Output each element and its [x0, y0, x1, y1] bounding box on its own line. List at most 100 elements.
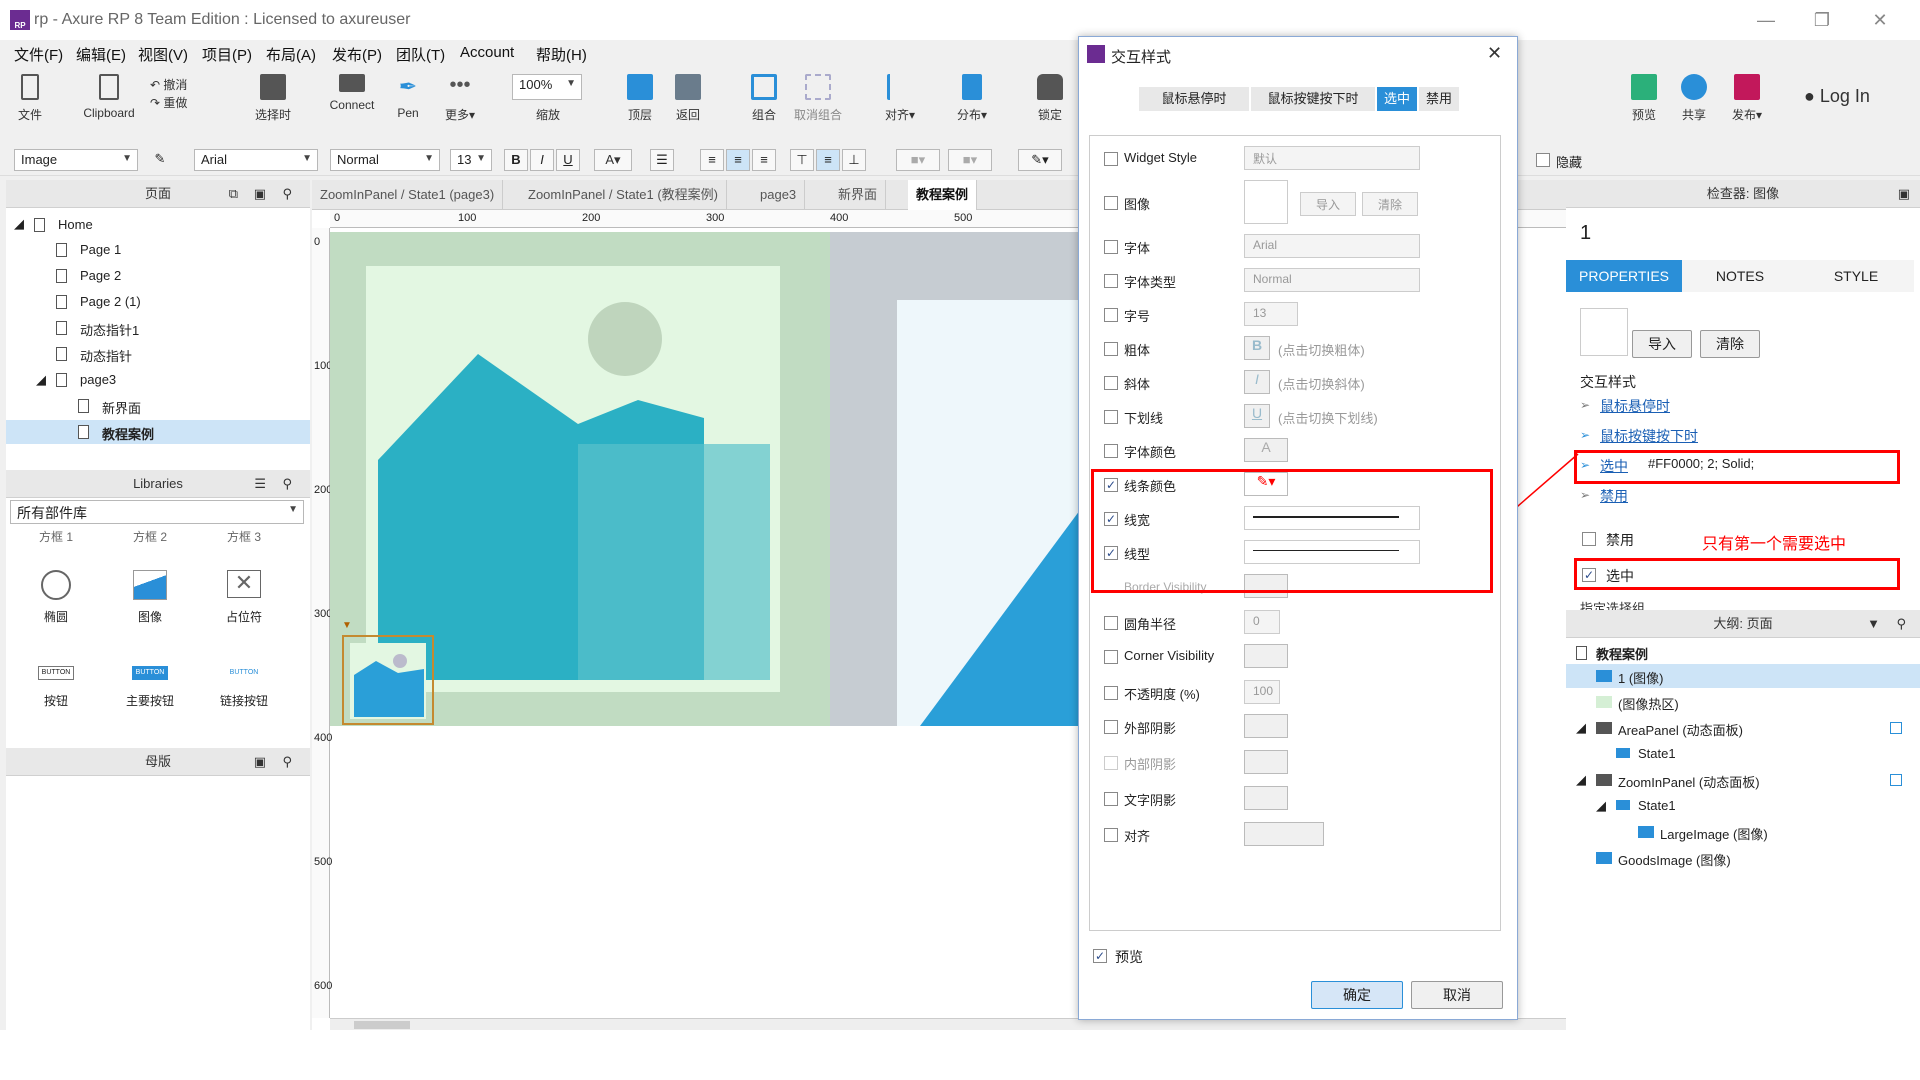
text-shadow-picker[interactable]: [1244, 786, 1288, 810]
valign-middle-icon[interactable]: ≡: [816, 149, 840, 171]
corner-visibility-checkbox[interactable]: [1104, 650, 1118, 664]
tab-selected[interactable]: 选中: [1377, 87, 1417, 111]
tab-hover[interactable]: 鼠标悬停时: [1139, 87, 1249, 111]
widget-style-checkbox[interactable]: [1104, 152, 1118, 166]
fill-color-button[interactable]: ■▾: [896, 149, 940, 171]
zoom-control[interactable]: 100% ▼ 缩放: [512, 74, 584, 123]
italic-toggle[interactable]: I: [1244, 370, 1270, 394]
page-1[interactable]: Page 1: [80, 242, 121, 257]
align-buttons[interactable]: [1244, 822, 1324, 846]
import-button[interactable]: 导入: [1632, 330, 1692, 358]
outline-item-image-1[interactable]: 1 (图像): [1618, 668, 1664, 687]
outer-shadow-checkbox[interactable]: [1104, 720, 1118, 734]
undo-button[interactable]: ↶ 撤消: [150, 76, 187, 94]
hover-style-link[interactable]: 鼠标悬停时: [1600, 396, 1670, 416]
publish-button[interactable]: 发布▾: [1724, 74, 1770, 123]
image-checkbox[interactable]: [1104, 196, 1118, 210]
login-button[interactable]: ● Log In: [1804, 86, 1870, 107]
widget-image[interactable]: 图像: [110, 570, 190, 625]
widget-name[interactable]: 1: [1580, 222, 1591, 245]
font-size-checkbox[interactable]: [1104, 308, 1118, 322]
disabled-style-link[interactable]: 禁用: [1600, 486, 1628, 506]
font-checkbox[interactable]: [1104, 240, 1118, 254]
search-icon[interactable]: ⚲: [282, 748, 292, 776]
underline-checkbox[interactable]: [1104, 410, 1118, 424]
page-pointer[interactable]: 动态指针: [80, 346, 132, 365]
bullet-list-icon[interactable]: ☰: [650, 149, 674, 171]
page-new-ui[interactable]: 新界面: [102, 398, 141, 417]
outline-item-areapanel[interactable]: AreaPanel (动态面板): [1618, 720, 1743, 739]
expand-icon[interactable]: ◢: [36, 372, 46, 388]
inner-shadow-checkbox[interactable]: [1104, 756, 1118, 770]
clipboard-button[interactable]: Clipboard: [74, 74, 144, 120]
search-icon[interactable]: ⚲: [282, 180, 292, 208]
pen-button[interactable]: ✒ Pen: [388, 74, 428, 120]
page-notes-icon[interactable]: ▣: [1898, 180, 1910, 208]
ungroup-button[interactable]: 取消组合: [790, 74, 846, 123]
image-import-button[interactable]: 导入: [1300, 192, 1356, 216]
distribute-button[interactable]: 分布▾: [950, 74, 994, 123]
font-color-button[interactable]: A▾: [594, 149, 632, 171]
library-select[interactable]: 所有部件库 ▼: [10, 500, 304, 524]
add-folder-icon[interactable]: ▣: [254, 180, 266, 208]
line-color-button[interactable]: ✎▾: [1018, 149, 1062, 171]
text-shadow-checkbox[interactable]: [1104, 792, 1118, 806]
outline-item-state1[interactable]: State1: [1638, 746, 1676, 761]
menu-help[interactable]: 帮助(H): [536, 44, 587, 65]
format-painter-icon[interactable]: ✎: [148, 149, 172, 171]
filter-icon[interactable]: ▼: [1867, 610, 1880, 638]
select-mode-button[interactable]: 选择时: [238, 74, 308, 123]
mousedown-style-link[interactable]: 鼠标按键按下时: [1600, 426, 1698, 446]
outline-item-goodsimage[interactable]: GoodsImage (图像): [1618, 850, 1731, 869]
disabled-checkbox[interactable]: [1582, 532, 1596, 546]
font-color-checkbox[interactable]: [1104, 444, 1118, 458]
underline-button[interactable]: U: [556, 149, 580, 171]
cancel-button[interactable]: 取消: [1411, 981, 1503, 1009]
inner-shadow-picker[interactable]: [1244, 750, 1288, 774]
more-button[interactable]: ••• 更多▾: [436, 74, 484, 123]
search-icon[interactable]: ⚲: [1896, 610, 1906, 638]
opacity-input[interactable]: 100: [1244, 680, 1280, 704]
hide-checkbox[interactable]: [1536, 153, 1550, 167]
collapse-icon[interactable]: ◢: [1576, 772, 1586, 788]
group-button[interactable]: 组合: [744, 74, 784, 123]
selected-image-widget[interactable]: [342, 635, 434, 725]
font-style-select[interactable]: Normal ▼: [330, 149, 440, 171]
share-button[interactable]: 共享: [1674, 74, 1714, 123]
widget-style-select[interactable]: 默认: [1244, 146, 1420, 170]
valign-bottom-icon[interactable]: ⊥: [842, 149, 866, 171]
connect-button[interactable]: Connect: [322, 74, 382, 112]
close-icon[interactable]: ✕: [1868, 8, 1892, 32]
expand-icon[interactable]: ◢: [14, 216, 24, 232]
valign-top-icon[interactable]: ⊤: [790, 149, 814, 171]
menu-icon[interactable]: ☰: [254, 470, 266, 498]
page-2-1[interactable]: Page 2 (1): [80, 294, 141, 309]
preview-checkbox[interactable]: ✓: [1093, 949, 1107, 963]
collapse-icon[interactable]: ◢: [1596, 798, 1606, 814]
font-select[interactable]: Arial: [1244, 234, 1420, 258]
corner-radius-checkbox[interactable]: [1104, 616, 1118, 630]
menu-file[interactable]: 文件(F): [14, 44, 63, 65]
font-size-select[interactable]: 13 ▼: [450, 149, 492, 171]
underline-toggle[interactable]: U: [1244, 404, 1270, 428]
add-folder-icon[interactable]: ▣: [254, 748, 266, 776]
tab-disabled[interactable]: 禁用: [1419, 87, 1459, 111]
page-pointer-1[interactable]: 动态指针1: [80, 320, 139, 339]
outline-page[interactable]: 教程案例: [1596, 644, 1648, 663]
dialog-close-icon[interactable]: ✕: [1487, 43, 1502, 64]
file-button[interactable]: 文件: [12, 74, 48, 123]
widget-button[interactable]: BUTTON 按钮: [16, 666, 96, 709]
italic-checkbox[interactable]: [1104, 376, 1118, 390]
menu-publish[interactable]: 发布(P): [332, 44, 382, 65]
align-left-icon[interactable]: ≡: [700, 149, 724, 171]
font-size-select[interactable]: 13: [1244, 302, 1298, 326]
tab-page3[interactable]: page3: [752, 180, 806, 210]
tab-new-ui[interactable]: 新界面: [830, 180, 887, 210]
opacity-checkbox[interactable]: [1104, 686, 1118, 700]
corner-visibility-picker[interactable]: [1244, 644, 1288, 668]
zoom-select[interactable]: 100% ▼: [512, 74, 582, 100]
search-icon[interactable]: ⚲: [282, 470, 292, 498]
bold-toggle[interactable]: B: [1244, 336, 1270, 360]
widget-primary-button[interactable]: BUTTON 主要按钮: [110, 666, 190, 709]
outline-item-zoominpanel[interactable]: ZoomInPanel (动态面板): [1618, 772, 1760, 791]
